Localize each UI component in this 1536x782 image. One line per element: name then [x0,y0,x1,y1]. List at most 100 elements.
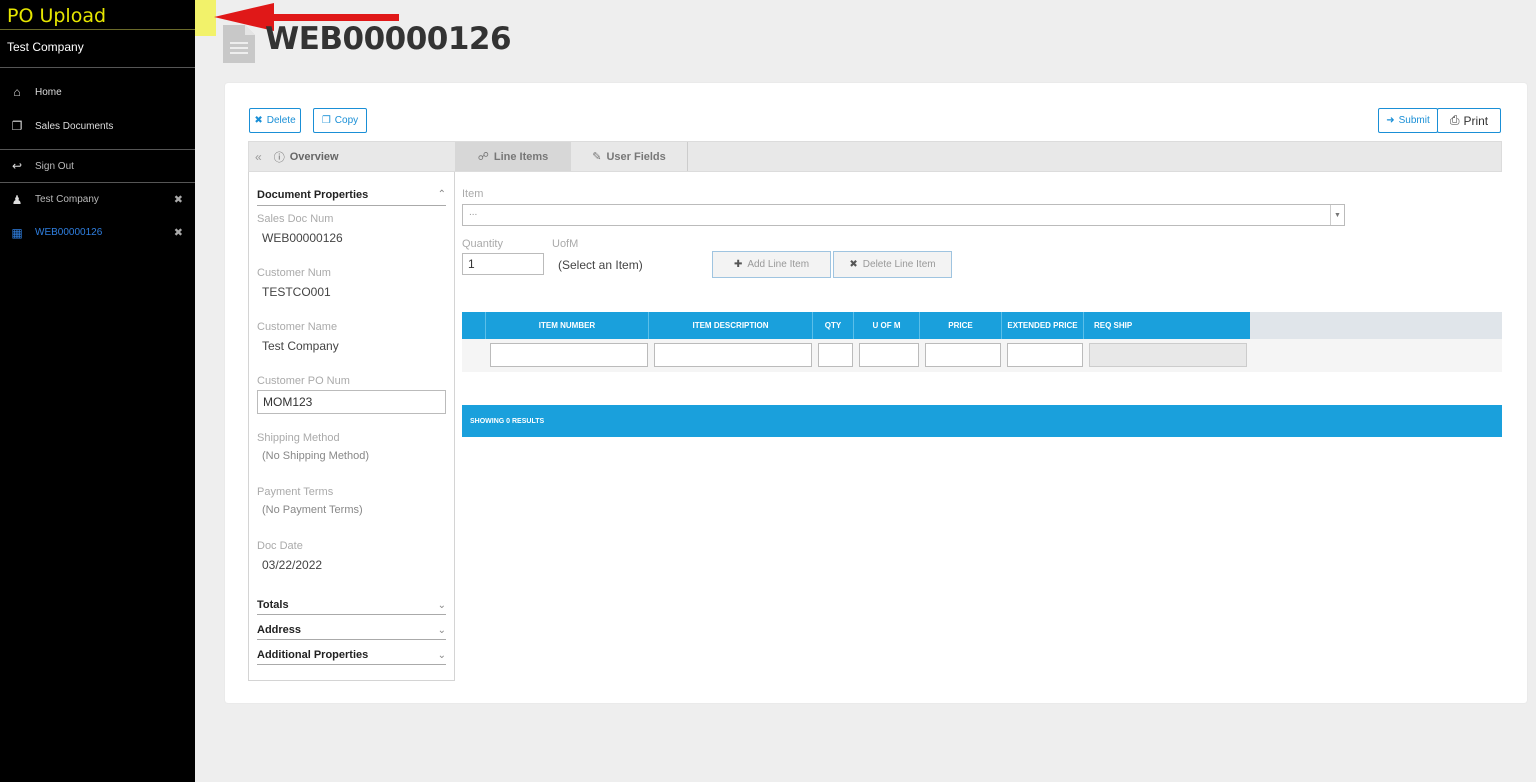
table-row [462,339,1502,372]
delete-line-item-label: Delete Line Item [862,259,936,270]
qty-input[interactable] [818,343,853,367]
chevron-down-icon: ⌄ [437,599,446,611]
column-header[interactable]: ITEM DESCRIPTION [649,312,813,339]
home-icon: ⌂ [13,85,21,99]
page-title: WEB00000126 [265,21,512,57]
column-header[interactable]: QTY [813,312,854,339]
chevron-up-icon: ⌃ [437,189,446,200]
tab-user-fields-label: User Fields [606,150,666,163]
shipping-method-label: Shipping Method [257,432,340,444]
column-header[interactable]: PRICE [920,312,1002,339]
nav-item-label: Sales Documents [35,120,114,132]
grid-header-bar: ITEM NUMBER ITEM DESCRIPTION QTY U OF M … [462,312,1250,339]
tab-overview-label: Overview [289,150,339,163]
highlight-marker [195,0,216,36]
document-properties-panel: Document Properties ⌃ Sales Doc Num WEB0… [248,172,455,681]
tab-overview[interactable]: « ⓘ Overview [249,142,455,171]
copy-button[interactable]: ❐ Copy [313,108,367,133]
column-header[interactable]: REQ SHIP [1084,312,1250,339]
shipping-method-value: (No Shipping Method) [262,450,370,462]
open-item-label: WEB00000126 [35,227,103,238]
open-item-label: Test Company [35,194,99,205]
nav-item-home[interactable]: ⌂ Home [0,75,195,109]
document-properties-header[interactable]: Document Properties ⌃ [257,184,446,206]
plus-icon: ✚ [733,259,743,270]
section-title: Additional Properties [257,649,369,661]
address-section-header[interactable]: Address ⌄ [257,621,446,640]
item-number-input[interactable] [490,343,648,367]
item-description-input[interactable] [654,343,812,367]
column-header[interactable]: ITEM NUMBER [486,312,649,339]
user-icon: ♟ [11,192,23,207]
delete-button[interactable]: ✖ Delete [249,108,301,133]
customer-po-input[interactable]: MOM123 [257,390,446,414]
quantity-label: Quantity [462,238,503,250]
section-title: Address [257,624,302,636]
dropdown-arrow-icon[interactable]: ▼ [1330,205,1344,225]
tab-line-items-label: Line Items [493,150,549,163]
totals-section-header[interactable]: Totals ⌄ [257,596,446,615]
nav-item-label: Home [35,86,62,98]
add-line-item-button[interactable]: ✚ Add Line Item [712,251,831,278]
section-title: Totals [257,599,289,611]
delete-line-item-button[interactable]: ✖ Delete Line Item [833,251,952,278]
column-header[interactable]: U OF M [854,312,920,339]
doc-date-value: 03/22/2022 [262,558,323,572]
tab-user-fields[interactable]: ✎ User Fields [571,142,688,171]
price-input[interactable] [925,343,1001,367]
document-panel: ✖ Delete ❐ Copy ➜ Submit ⎙ Print « ⓘ Ove… [225,83,1527,703]
tab-line-items[interactable]: ☍ Line Items [455,142,571,171]
uofm-input[interactable] [859,343,919,367]
chevron-down-icon: ⌄ [437,649,446,661]
customer-po-label: Customer PO Num [257,375,350,387]
copy-label: Copy [334,115,359,126]
sidebar: PO Upload Test Company ⌂ Home ❐ Sales Do… [0,0,195,782]
x-icon: ✖ [254,115,263,126]
customer-name-label: Customer Name [257,321,338,333]
close-icon[interactable]: ✖ [174,226,183,239]
tabs-bar: « ⓘ Overview ☍ Line Items ✎ User Fields [248,141,1502,172]
additional-properties-section-header[interactable]: Additional Properties ⌄ [257,646,446,665]
item-select[interactable]: ... ▼ [462,204,1345,226]
delete-label: Delete [266,115,296,126]
payment-terms-value: (No Payment Terms) [262,504,363,516]
nav-item-sales-documents[interactable]: ❐ Sales Documents [0,109,195,143]
line-items-grid-header: ITEM NUMBER ITEM DESCRIPTION QTY U OF M … [462,312,1502,339]
x-icon: ✖ [849,259,858,270]
info-icon: ⓘ [273,151,285,164]
submit-label: Submit [1398,115,1430,126]
item-select-value: ... [469,207,478,218]
sales-doc-num-label: Sales Doc Num [257,213,334,225]
sign-out-label: Sign Out [35,160,74,172]
item-label: Item [462,188,484,200]
uofm-value: (Select an Item) [558,258,643,272]
results-bar: SHOWING 0 RESULTS [462,405,1502,437]
sign-out-icon: ↩ [11,159,23,173]
app-title[interactable]: PO Upload [0,0,195,30]
document-icon [223,25,255,63]
quantity-input[interactable]: 1 [462,253,544,275]
open-item-test-company[interactable]: ♟ Test Company ✖ [0,183,195,216]
documents-icon: ❐ [11,119,23,133]
sign-out-link[interactable]: ↩ Sign Out [0,150,195,183]
open-item-document[interactable]: ▦ WEB00000126 ✖ [0,216,195,249]
customer-num-value: TESTCO001 [262,285,331,299]
file-icon: ▦ [11,225,23,240]
sales-doc-num-value: WEB00000126 [262,231,343,245]
print-button[interactable]: ⎙ Print [1437,108,1501,133]
grid-header-spacer [462,312,486,339]
chevron-down-icon: ⌄ [437,624,446,636]
collapse-icon[interactable]: « [255,150,262,164]
extended-price-input[interactable] [1007,343,1083,367]
payment-terms-label: Payment Terms [257,486,334,498]
submit-button[interactable]: ➜ Submit [1378,108,1438,133]
uofm-label: UofM [552,238,579,250]
main-nav: ⌂ Home ❐ Sales Documents [0,68,195,150]
print-icon: ⎙ [1449,113,1460,127]
customer-name-value: Test Company [262,339,339,353]
close-icon[interactable]: ✖ [174,193,183,206]
link-icon: ☍ [477,151,489,163]
section-title: Document Properties [257,188,369,201]
column-header[interactable]: EXTENDED PRICE [1002,312,1084,339]
customer-num-label: Customer Num [257,267,331,279]
